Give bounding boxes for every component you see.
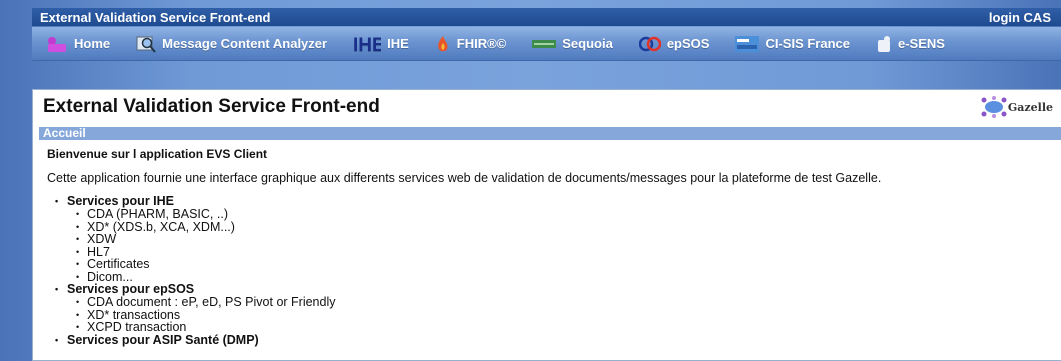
menu-item-epsos[interactable]: epSOS: [638, 35, 710, 53]
main-menu: Home Message Content Analyzer IHE IHE FH…: [32, 27, 1061, 61]
welcome-heading: Bienvenue sur l application EVS Client: [47, 147, 268, 161]
asip-logo-icon: [735, 35, 760, 52]
flame-icon: [435, 35, 451, 53]
service-group: Services pour IHE CDA (PHARM, BASIC, ..)…: [55, 194, 1061, 283]
panel-header: External Validation Service Front-end Ga…: [33, 90, 1061, 124]
home-icon: [46, 36, 68, 52]
list-item: XDW: [76, 233, 1061, 246]
description-text: Cette application fournie une interface …: [47, 171, 882, 185]
page-title: External Validation Service Front-end: [43, 96, 380, 117]
service-group-title: Services pour IHE: [67, 194, 174, 208]
menu-item-ci-sis-france[interactable]: CI-SIS France: [735, 35, 850, 52]
app-title: External Validation Service Front-end: [40, 9, 271, 25]
list-item: Certificates: [76, 258, 1061, 271]
menu-label: Home: [74, 36, 111, 51]
list-item: XD* (XDS.b, XCA, XDM...): [76, 220, 1061, 234]
gazelle-logo: Gazelle: [980, 96, 1053, 118]
main-panel: External Validation Service Front-end Ga…: [32, 89, 1061, 361]
svg-text:IHE: IHE: [353, 35, 381, 53]
epsos-logo-icon: [638, 35, 661, 53]
menu-item-e-sens[interactable]: e-SENS: [876, 35, 945, 53]
list-item: CDA document : eP, eD, PS Pivot or Frien…: [76, 296, 1061, 309]
service-sublist: CDA (PHARM, BASIC, ..) XD* (XDS.b, XCA, …: [67, 208, 1061, 283]
esens-logo-icon: [876, 35, 892, 53]
menu-label: Sequoia: [562, 36, 613, 51]
service-group-title: Services pour epSOS: [67, 282, 195, 296]
magnifier-icon: [136, 35, 156, 53]
menu-label: e-SENS: [897, 36, 945, 51]
panel-content: Bienvenue sur l application EVS Client C…: [33, 140, 1061, 347]
gazelle-logo-text: Gazelle: [1007, 100, 1053, 114]
menu-item-sequoia[interactable]: Sequoia: [532, 36, 613, 51]
menu-label: Message Content Analyzer: [162, 36, 328, 51]
login-cas-link[interactable]: login CAS: [989, 10, 1051, 25]
menu-item-home[interactable]: Home: [46, 36, 110, 52]
list-item: CDA (PHARM, BASIC, ..): [76, 208, 1061, 221]
service-group: Services pour ASIP Santé (DMP): [55, 332, 1061, 347]
menu-item-fhir[interactable]: FHIR®©: [435, 35, 507, 53]
section-header: Accueil: [39, 127, 1061, 140]
list-item: Dicom...: [76, 270, 1061, 284]
sequoia-logo-icon: [532, 38, 557, 50]
menu-item-ihe[interactable]: IHE IHE: [353, 35, 409, 53]
menu-item-message-content-analyzer[interactable]: Message Content Analyzer: [136, 35, 327, 53]
ihe-logo-icon: IHE: [353, 35, 381, 53]
service-group-title: Services pour ASIP Santé (DMP): [67, 332, 259, 347]
list-item: XD* transactions: [76, 308, 1061, 322]
menu-label: FHIR®©: [456, 36, 507, 51]
gazelle-logo-icon: [981, 96, 1007, 118]
menu-label: epSOS: [666, 36, 710, 51]
menu-label: IHE: [387, 36, 409, 51]
services-list: Services pour IHE CDA (PHARM, BASIC, ..)…: [47, 195, 1061, 347]
menu-label: CI-SIS France: [765, 36, 850, 51]
service-sublist: CDA document : eP, eD, PS Pivot or Frien…: [67, 296, 1061, 334]
service-group: Services pour epSOS CDA document : eP, e…: [55, 282, 1061, 334]
top-bar: External Validation Service Front-end lo…: [32, 8, 1061, 26]
list-item: HL7: [76, 245, 1061, 259]
